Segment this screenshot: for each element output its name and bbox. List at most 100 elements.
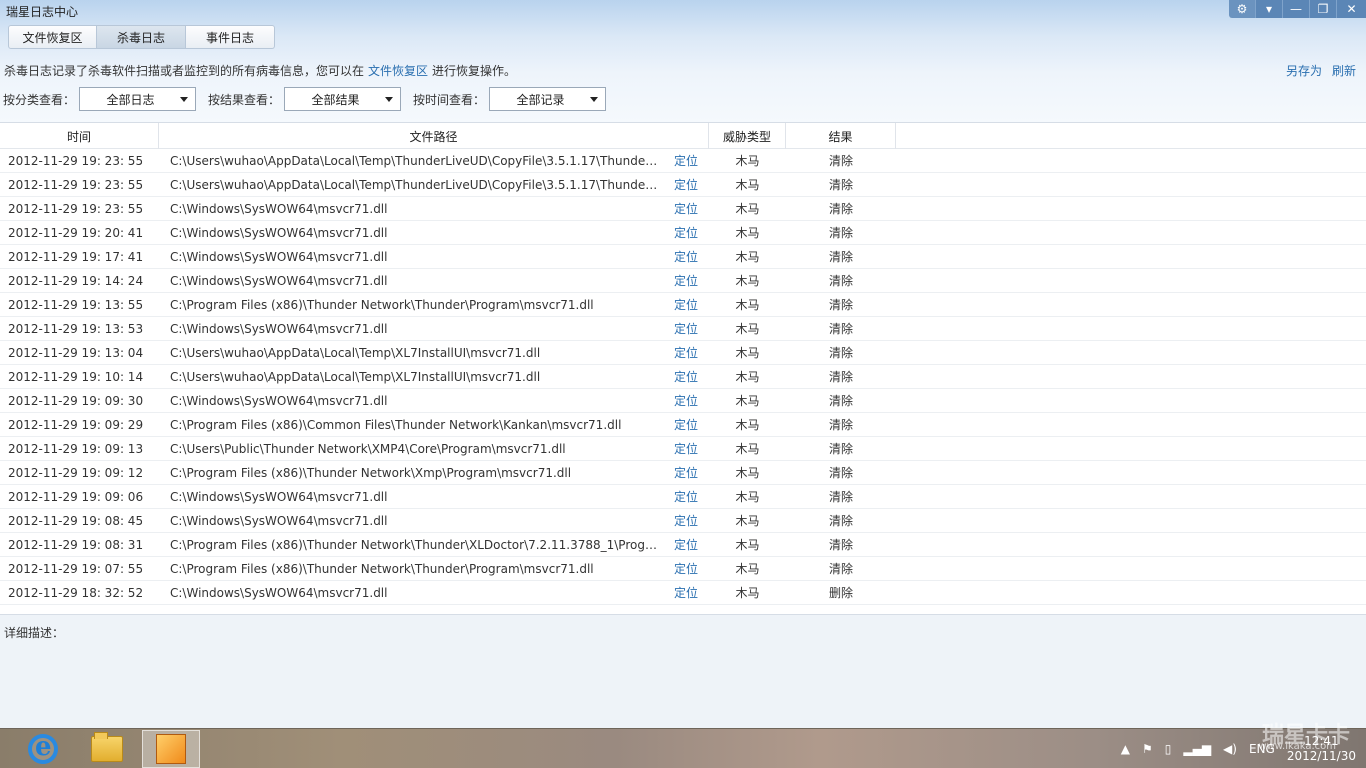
window-controls: ⚙ ▾ — ❐ ✕	[1229, 0, 1366, 18]
locate-link[interactable]: 定位	[659, 293, 709, 316]
table-row[interactable]: 2012-11-29 19: 08: 45 C:\Windows\SysWOW64…	[0, 509, 1366, 533]
table-row[interactable]: 2012-11-29 19: 13: 04 C:\Users\wuhao\AppD…	[0, 341, 1366, 365]
signal-icon[interactable]: ▂▄▆	[1183, 742, 1211, 756]
locate-link[interactable]: 定位	[659, 389, 709, 412]
column-header-path[interactable]: 文件路径	[159, 123, 709, 149]
folder-icon	[91, 732, 123, 762]
column-header-time[interactable]: 时间	[0, 123, 159, 149]
locate-link[interactable]: 定位	[659, 221, 709, 244]
table-row[interactable]: 2012-11-29 19: 09: 29 C:\Program Files (x…	[0, 413, 1366, 437]
refresh-link[interactable]: 刷新	[1332, 62, 1356, 79]
table-row[interactable]: 2012-11-29 19: 13: 55 C:\Program Files (x…	[0, 293, 1366, 317]
row-result: 清除	[828, 418, 853, 432]
category-dropdown[interactable]: 全部日志	[79, 87, 197, 111]
row-result: 清除	[828, 562, 853, 576]
gear-icon[interactable]: ⚙	[1229, 0, 1255, 18]
table-row[interactable]: 2012-11-29 19: 09: 30 C:\Windows\SysWOW64…	[0, 389, 1366, 413]
row-result: 清除	[828, 442, 853, 456]
table-header: 时间 文件路径 威胁类型 结果	[0, 123, 1366, 149]
locate-link[interactable]: 定位	[659, 413, 709, 436]
file-path-text: C:\Program Files (x86)\Thunder Network\T…	[170, 537, 659, 552]
time-dropdown[interactable]: 全部记录	[489, 87, 607, 111]
dropdown-menu-icon[interactable]: ▾	[1255, 0, 1282, 18]
locate-link[interactable]: 定位	[659, 317, 709, 340]
file-path-text: C:\Users\wuhao\AppData\Local\Temp\XL7Ins…	[170, 345, 541, 360]
file-path-text: C:\Windows\SysWOW64\msvcr71.dll	[170, 393, 388, 408]
row-time: 2012-11-29 19: 20: 41	[8, 225, 144, 240]
locate-link[interactable]: 定位	[659, 269, 709, 292]
locate-link[interactable]: 定位	[659, 485, 709, 508]
table-row[interactable]: 2012-11-29 19: 20: 41 C:\Windows\SysWOW64…	[0, 221, 1366, 245]
rising-app-icon	[156, 734, 186, 764]
row-result: 删除	[828, 586, 853, 600]
row-file-path: C:\Windows\SysWOW64\msvcr71.dll	[159, 197, 659, 220]
table-row[interactable]: 2012-11-29 19: 09: 12 C:\Program Files (x…	[0, 461, 1366, 485]
row-time: 2012-11-29 19: 07: 55	[8, 561, 144, 576]
locate-link[interactable]: 定位	[659, 581, 709, 604]
table-row[interactable]: 2012-11-29 19: 23: 55 C:\Users\wuhao\AppD…	[0, 149, 1366, 173]
restore-icon[interactable]: ❐	[1309, 0, 1336, 18]
minimize-icon[interactable]: —	[1282, 0, 1309, 18]
tab-file-recovery[interactable]: 文件恢复区	[8, 25, 97, 49]
header: 瑞星日志中心 ⚙ ▾ — ❐ ✕ 文件恢复区 杀毒日志 事件日志 杀毒日志记录了…	[0, 0, 1366, 122]
locate-link[interactable]: 定位	[659, 533, 709, 556]
locate-link[interactable]: 定位	[659, 461, 709, 484]
file-recovery-link[interactable]: 文件恢复区	[368, 64, 428, 78]
close-icon[interactable]: ✕	[1336, 0, 1366, 18]
row-file-path: C:\Users\wuhao\AppData\Local\Temp\XL7Ins…	[159, 365, 659, 388]
table-row[interactable]: 2012-11-29 19: 14: 24 C:\Windows\SysWOW64…	[0, 269, 1366, 293]
row-result: 清除	[828, 154, 853, 168]
column-header-threat[interactable]: 威胁类型	[709, 123, 786, 149]
rising-taskbar-button[interactable]	[142, 730, 200, 768]
battery-icon[interactable]: ▯	[1165, 742, 1172, 756]
explorer-taskbar-button[interactable]	[78, 730, 136, 768]
locate-link[interactable]: 定位	[659, 173, 709, 196]
file-path-text: C:\Windows\SysWOW64\msvcr71.dll	[170, 321, 388, 336]
table-row[interactable]: 2012-11-29 19: 07: 55 C:\Program Files (x…	[0, 557, 1366, 581]
locate-link[interactable]: 定位	[659, 437, 709, 460]
row-threat-type: 木马	[735, 466, 760, 480]
locate-link[interactable]: 定位	[659, 341, 709, 364]
table-row[interactable]: 2012-11-29 19: 23: 55 C:\Users\wuhao\AppD…	[0, 173, 1366, 197]
chevron-down-icon	[385, 97, 394, 102]
row-time: 2012-11-29 19: 13: 53	[8, 321, 144, 336]
table-row[interactable]: 2012-11-29 19: 08: 31 C:\Program Files (x…	[0, 533, 1366, 557]
row-result: 清除	[828, 178, 853, 192]
save-as-link[interactable]: 另存为	[1286, 62, 1322, 79]
row-threat-type: 木马	[735, 346, 760, 360]
table-row[interactable]: 2012-11-29 19: 13: 53 C:\Windows\SysWOW64…	[0, 317, 1366, 341]
column-header-result[interactable]: 结果	[786, 123, 896, 149]
category-filter-label: 按分类查看：	[3, 92, 76, 107]
volume-icon[interactable]: ◀)	[1223, 742, 1237, 756]
row-file-path: C:\Users\wuhao\AppData\Local\Temp\Thunde…	[159, 173, 659, 196]
locate-link[interactable]: 定位	[659, 197, 709, 220]
locate-link[interactable]: 定位	[659, 365, 709, 388]
locate-link[interactable]: 定位	[659, 245, 709, 268]
table-row[interactable]: 2012-11-29 18: 32: 52 C:\Windows\SysWOW64…	[0, 581, 1366, 605]
locate-link[interactable]: 定位	[659, 557, 709, 580]
flag-icon[interactable]: ⚑	[1142, 742, 1153, 756]
log-center-window: 瑞星日志中心 ⚙ ▾ — ❐ ✕ 文件恢复区 杀毒日志 事件日志 杀毒日志记录了…	[0, 0, 1366, 728]
tab-event-log[interactable]: 事件日志	[186, 25, 275, 49]
table-row[interactable]: 2012-11-29 19: 09: 13 C:\Users\Public\Thu…	[0, 437, 1366, 461]
locate-link[interactable]: 定位	[659, 149, 709, 172]
file-path-text: C:\Windows\SysWOW64\msvcr71.dll	[170, 225, 388, 240]
tray-expand-icon[interactable]: ▲	[1121, 742, 1130, 756]
table-row[interactable]: 2012-11-29 19: 23: 55 C:\Windows\SysWOW64…	[0, 197, 1366, 221]
file-path-text: C:\Windows\SysWOW64\msvcr71.dll	[170, 201, 388, 216]
row-result: 清除	[828, 394, 853, 408]
row-time: 2012-11-29 19: 09: 12	[8, 465, 144, 480]
table-row[interactable]: 2012-11-29 19: 10: 14 C:\Users\wuhao\AppD…	[0, 365, 1366, 389]
row-file-path: C:\Program Files (x86)\Thunder Network\T…	[159, 533, 659, 556]
table-row[interactable]: 2012-11-29 19: 17: 41 C:\Windows\SysWOW64…	[0, 245, 1366, 269]
row-file-path: C:\Windows\SysWOW64\msvcr71.dll	[159, 317, 659, 340]
table-row[interactable]: 2012-11-29 19: 09: 06 C:\Windows\SysWOW64…	[0, 485, 1366, 509]
locate-link[interactable]: 定位	[659, 509, 709, 532]
row-file-path: C:\Windows\SysWOW64\msvcr71.dll	[159, 581, 659, 604]
tab-virus-log[interactable]: 杀毒日志	[97, 25, 186, 49]
file-path-text: C:\Program Files (x86)\Thunder Network\T…	[170, 561, 594, 576]
ie-taskbar-button[interactable]	[14, 730, 72, 768]
result-dropdown[interactable]: 全部结果	[284, 87, 402, 111]
row-file-path: C:\Windows\SysWOW64\msvcr71.dll	[159, 389, 659, 412]
row-time: 2012-11-29 19: 13: 55	[8, 297, 144, 312]
